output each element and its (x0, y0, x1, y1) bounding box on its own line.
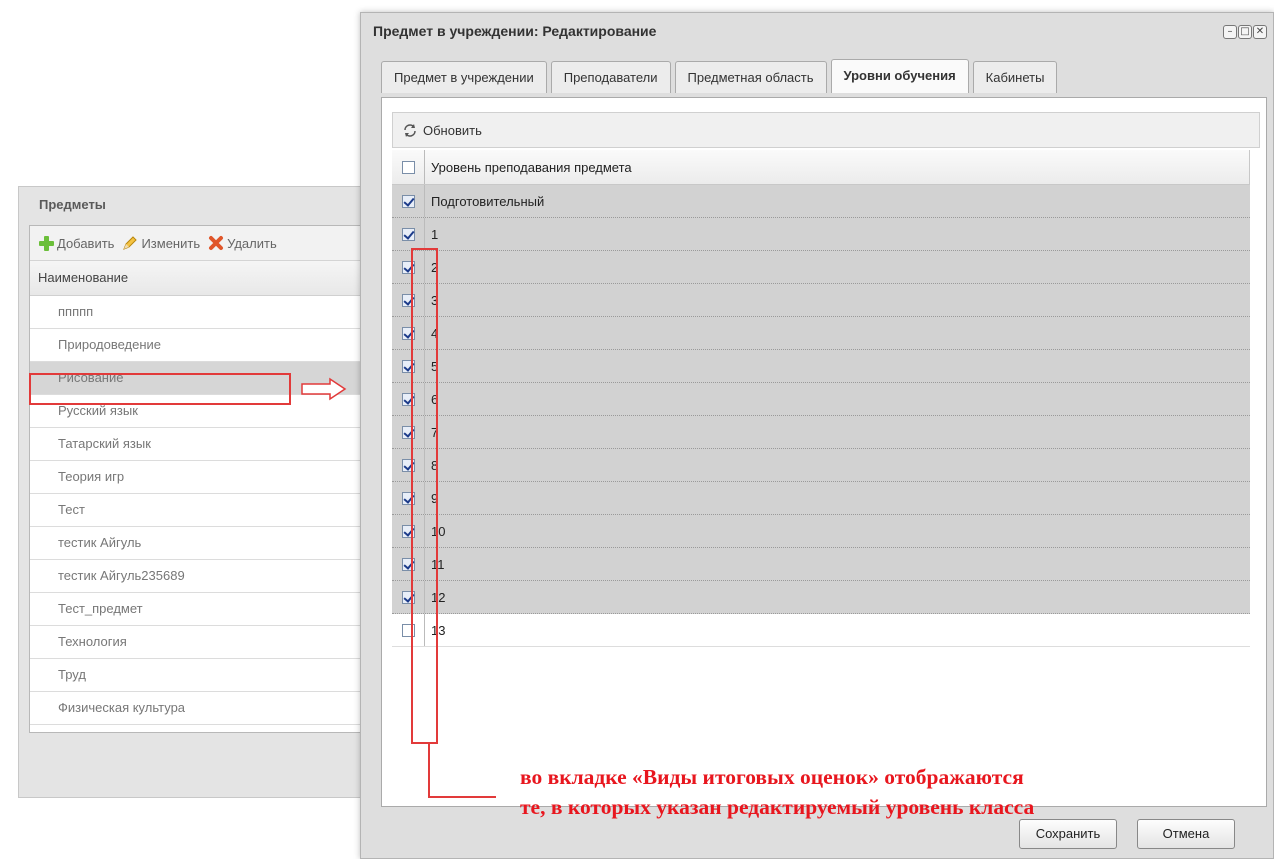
delete-button[interactable]: Удалить (208, 235, 277, 251)
annotation-line-2: те, в которых указан редактируемый урове… (520, 795, 1035, 819)
annotation-note: во вкладке «Виды итоговых оценок» отобра… (520, 762, 1180, 822)
list-item[interactable]: Теория игр (30, 461, 370, 494)
tab-5[interactable]: Кабинеты (972, 61, 1058, 93)
add-label: Добавить (57, 235, 115, 251)
edit-label: Изменить (141, 235, 201, 251)
table-row[interactable]: 5 (392, 350, 1250, 383)
table-row[interactable]: 7 (392, 416, 1250, 449)
table-row[interactable]: 9 (392, 482, 1250, 515)
list-item[interactable]: Тест (30, 494, 370, 527)
selection-highlight (29, 373, 291, 405)
checkbox-cell (392, 185, 424, 217)
minimize-icon[interactable]: – (1223, 25, 1237, 39)
annotation-line-1: во вкладке «Виды итоговых оценок» отобра… (520, 765, 1024, 789)
list-item[interactable]: Природоведение (30, 329, 370, 362)
levels-rows: Подготовительный 1 2 3 4 5 6 7 8 9 10 11 12 13 (392, 185, 1250, 647)
table-row[interactable]: 11 (392, 548, 1250, 581)
tab-strip: Предмет в учреждении Преподаватели Предмет… (381, 59, 1058, 93)
pencil-icon (123, 236, 138, 250)
tab-3[interactable]: Предметная область (674, 61, 827, 93)
table-row[interactable]: 6 (392, 383, 1250, 416)
checkbox-cell (392, 218, 424, 250)
close-icon[interactable]: ✕ (1253, 25, 1267, 39)
refresh-button[interactable]: Обновить (392, 112, 1260, 148)
select-all-checkbox[interactable] (401, 160, 415, 174)
table-row[interactable]: 2 (392, 251, 1250, 284)
list-item[interactable]: Физическая культура (30, 692, 370, 725)
tab-2[interactable]: Преподаватели (550, 61, 671, 93)
table-row[interactable]: 1 (392, 218, 1250, 251)
list-item[interactable]: ппппп (30, 296, 370, 329)
cancel-button[interactable]: Отмена (1137, 819, 1235, 849)
window-controls: – □ ✕ (1223, 25, 1267, 39)
header-checkbox-cell (392, 150, 424, 184)
table-row[interactable]: 10 (392, 515, 1250, 548)
subjects-list: ппппп Природоведение Рисование Русский язык… (30, 296, 370, 725)
checkbox-column-highlight (411, 248, 438, 744)
table-row[interactable]: 8 (392, 449, 1250, 482)
dialog-title: Предмет в учреждении: Редактирование (373, 23, 657, 39)
delete-label: Удалить (227, 235, 277, 251)
levels-tab-panel: Обновить Уровень преподавания предмета П… (381, 97, 1267, 819)
tab-4[interactable]: Уровни обучения (830, 59, 969, 93)
plus-icon (38, 235, 54, 251)
column-header-level[interactable]: Уровень преподавания предмета (424, 150, 632, 184)
save-button[interactable]: Сохранить (1019, 819, 1117, 849)
list-item[interactable]: Татарский язык (30, 428, 370, 461)
level-checkbox[interactable] (401, 227, 415, 241)
list-item[interactable]: Технология (30, 626, 370, 659)
edit-subject-dialog: Предмет в учреждении: Редактирование – □… (360, 12, 1274, 859)
table-row[interactable]: 3 (392, 284, 1250, 317)
subjects-panel: Предметы Добавить Изменить Удалить Наиме… (18, 186, 371, 798)
list-item[interactable]: тестик Айгуль235689 (30, 560, 370, 593)
list-item[interactable]: Тест_предмет (30, 593, 370, 626)
level-label: Подготовительный (424, 185, 544, 217)
table-row[interactable]: 4 (392, 317, 1250, 350)
edit-button[interactable]: Изменить (122, 235, 200, 251)
subjects-toolbar: Добавить Изменить Удалить (30, 226, 370, 261)
tab-1[interactable]: Предмет в учреждении (381, 61, 547, 93)
maximize-icon[interactable]: □ (1238, 25, 1252, 39)
refresh-icon (404, 124, 416, 137)
add-button[interactable]: Добавить (38, 235, 114, 251)
level-label: 1 (424, 218, 438, 250)
table-row[interactable]: 12 (392, 581, 1250, 614)
list-item[interactable]: тестик Айгуль (30, 527, 370, 560)
table-row[interactable]: Подготовительный (392, 185, 1250, 218)
list-item[interactable]: Труд (30, 659, 370, 692)
callout-line (428, 742, 430, 798)
refresh-label: Обновить (423, 122, 482, 138)
level-checkbox[interactable] (401, 194, 415, 208)
delete-icon (209, 236, 224, 250)
grid-header-row: Уровень преподавания предмета (392, 150, 1250, 185)
subjects-grid: Добавить Изменить Удалить Наименование п… (29, 225, 371, 733)
levels-grid: Уровень преподавания предмета Подготовит… (392, 150, 1250, 647)
arrow-right-icon (301, 377, 347, 401)
table-row[interactable]: 13 (392, 614, 1250, 647)
column-header-name[interactable]: Наименование (30, 261, 370, 296)
panel-title: Предметы (39, 197, 106, 212)
callout-line (428, 796, 496, 798)
